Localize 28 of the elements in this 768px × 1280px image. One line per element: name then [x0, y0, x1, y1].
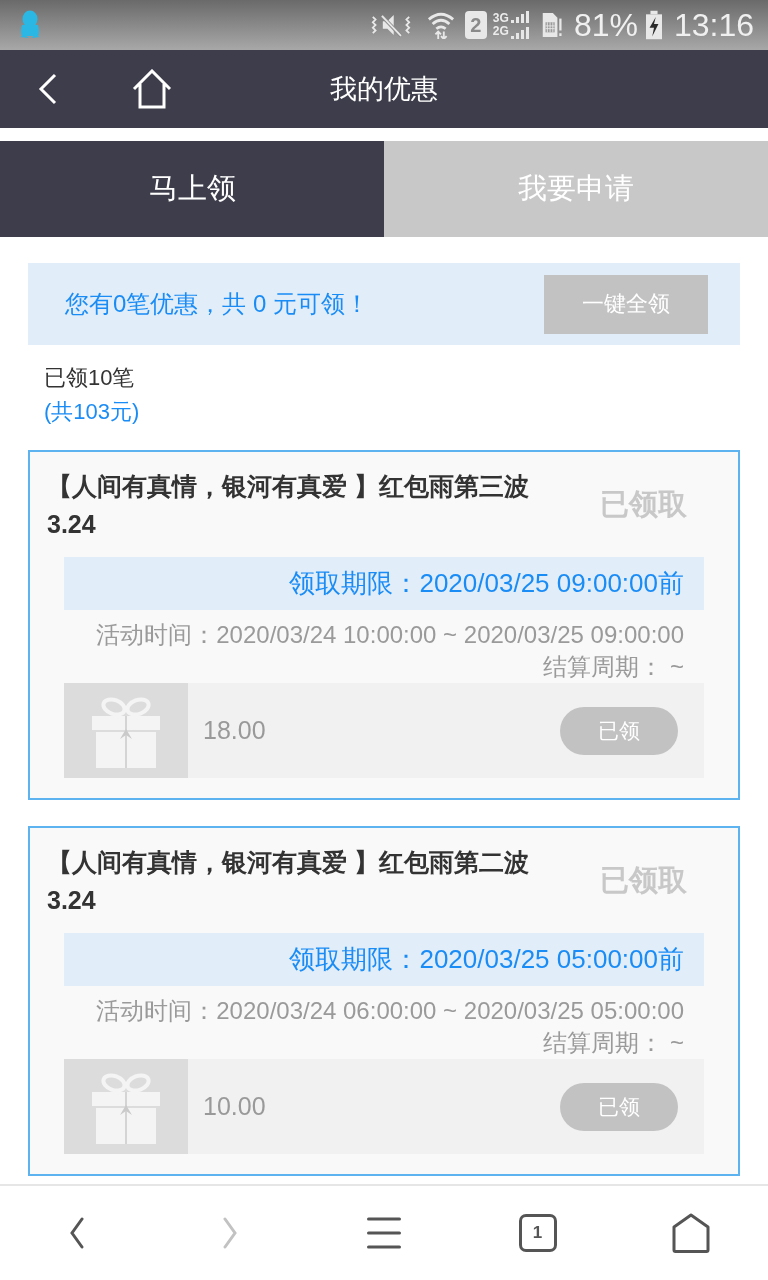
prize-amount: 18.00: [203, 716, 266, 745]
sim-slot-badge: 2: [464, 11, 487, 39]
network-type-label: 2G: [492, 25, 509, 38]
back-icon[interactable]: [69, 1217, 84, 1249]
tab-count-button[interactable]: 1: [518, 1214, 557, 1252]
deadline-text: 领取期限：2020/03/25 05:00:00前: [289, 943, 684, 976]
settlement-period: 结算周期： ~: [543, 652, 684, 682]
mascot-icon: [18, 10, 42, 40]
tab[interactable]: 马上领: [0, 141, 384, 237]
battery-charging-icon: [645, 10, 662, 40]
summary-text: 您有0笔优惠，共 0 元可领！: [65, 289, 370, 319]
network-type-label: 3G: [492, 12, 509, 25]
offer-title: 【人间有真情，银河有真爱 】红包雨第二波 3.24: [47, 847, 530, 916]
settlement-period: 结算周期： ~: [543, 1028, 684, 1058]
clock: 13:16: [673, 9, 754, 41]
menu-icon[interactable]: [367, 1217, 401, 1249]
offer-title: 【人间有真情，银河有真爱 】红包雨第三波 3.24: [47, 471, 530, 540]
activity-time: 活动时间：2020/03/24 06:00:00 ~ 2020/03/25 05:00:00: [96, 996, 684, 1026]
signal-icon: [509, 10, 530, 40]
claimed-count: 已领10笔: [44, 364, 135, 392]
battery-percent: 81%: [573, 9, 638, 41]
claimed-total: (共103元): [44, 398, 140, 426]
deadline-text: 领取期限：2020/03/25 09:00:00前: [289, 567, 684, 600]
home-icon[interactable]: [672, 1213, 711, 1253]
prize-amount: 10.00: [203, 1092, 266, 1121]
wifi-icon: [426, 11, 455, 39]
activity-time: 活动时间：2020/03/24 10:00:00 ~ 2020/03/25 09:00:00: [96, 620, 684, 650]
page-title: 我的优惠: [330, 73, 438, 106]
